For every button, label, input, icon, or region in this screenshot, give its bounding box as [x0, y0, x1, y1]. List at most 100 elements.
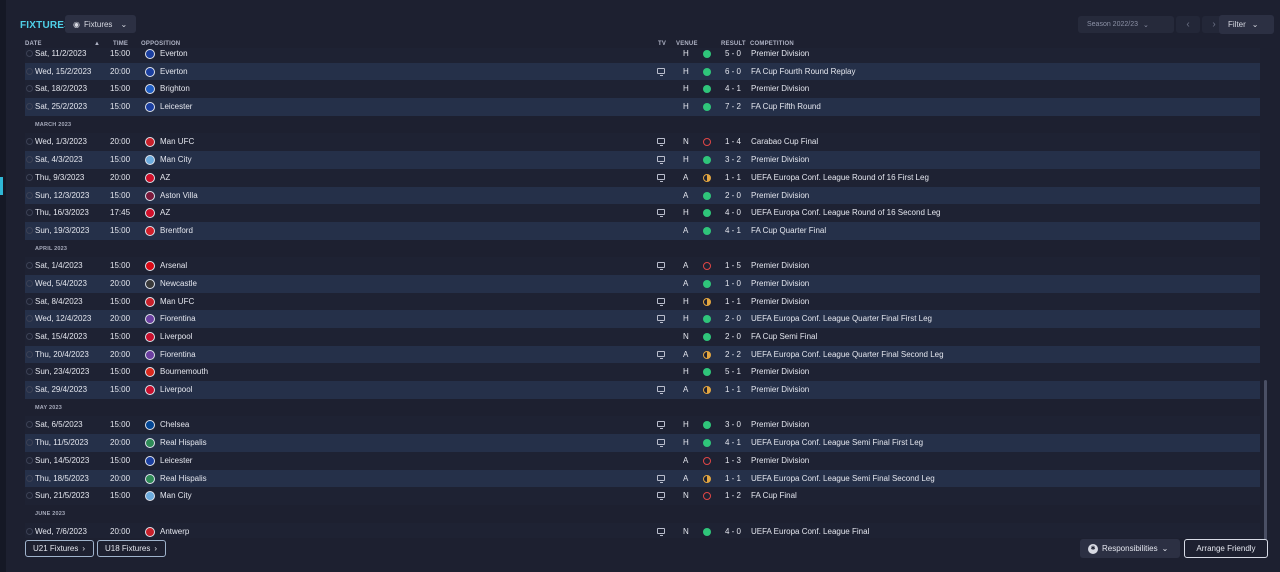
responsibilities-button[interactable]: ✱ Responsibilities ⌄: [1080, 539, 1180, 558]
table-row[interactable]: Thu, 11/5/2023 20:00 Real Hispalis H 4 - 1 UE…: [25, 434, 1260, 452]
opponent-name[interactable]: Fiorentina: [160, 350, 196, 359]
fixture-result[interactable]: 1 - 1: [725, 297, 741, 306]
fixture-competition[interactable]: Carabao Cup Final: [751, 137, 818, 146]
arrange-friendly-button[interactable]: Arrange Friendly: [1184, 539, 1268, 558]
fixture-competition[interactable]: Premier Division: [751, 155, 809, 164]
table-row[interactable]: Thu, 18/5/2023 20:00 Real Hispalis A 1 - 1 UE…: [25, 469, 1260, 488]
fixture-result[interactable]: 1 - 3: [725, 456, 741, 465]
fixture-result[interactable]: 1 - 2: [725, 491, 741, 500]
table-row[interactable]: Sun, 12/3/2023 15:00 Aston Villa A 2 - 0 Prem…: [25, 186, 1260, 205]
table-row[interactable]: Sat, 29/4/2023 15:00 Liverpool A 1 - 1 Premie…: [25, 381, 1260, 399]
fixture-result[interactable]: 2 - 0: [725, 191, 741, 200]
fixture-competition[interactable]: FA Cup Fifth Round: [751, 102, 821, 111]
table-row[interactable]: Sat, 11/2/2023 15:00 Everton H 5 - 0 Premier …: [25, 48, 1260, 63]
opponent-name[interactable]: Leicester: [160, 102, 192, 111]
opponent-name[interactable]: Man UFC: [160, 297, 194, 306]
u18-fixtures-button[interactable]: U18 Fixtures ›: [97, 540, 166, 557]
table-row[interactable]: Wed, 12/4/2023 20:00 Fiorentina H 2 - 0 UEFA …: [25, 310, 1260, 328]
fixture-competition[interactable]: Premier Division: [751, 261, 809, 270]
column-header-opposition[interactable]: OPPOSITION: [141, 41, 180, 47]
column-header-venue[interactable]: VENUE: [676, 41, 698, 47]
fixture-result[interactable]: 1 - 4: [725, 137, 741, 146]
fixture-competition[interactable]: Premier Division: [751, 279, 809, 288]
column-header-competition[interactable]: COMPETITION: [750, 41, 794, 47]
table-row[interactable]: Sat, 6/5/2023 15:00 Chelsea H 3 - 0 Premier D…: [25, 416, 1260, 435]
opponent-name[interactable]: Leicester: [160, 456, 192, 465]
view-selector-button[interactable]: ◉ Fixtures ⌄: [65, 15, 136, 33]
opponent-name[interactable]: Man City: [160, 491, 192, 500]
table-row[interactable]: Wed, 7/6/2023 20:00 Antwerp N 4 - 0 UEFA Euro…: [25, 522, 1260, 538]
fixture-result[interactable]: 7 - 2: [725, 102, 741, 111]
u21-fixtures-button[interactable]: U21 Fixtures ›: [25, 540, 94, 557]
opponent-name[interactable]: Arsenal: [160, 261, 187, 270]
fixture-competition[interactable]: FA Cup Final: [751, 491, 797, 500]
fixture-competition[interactable]: UEFA Europa Conf. League Round of 16 Fir…: [751, 173, 929, 182]
fixture-result[interactable]: 3 - 2: [725, 155, 741, 164]
fixture-result[interactable]: 5 - 1: [725, 367, 741, 376]
table-row[interactable]: Thu, 16/3/2023 17:45 AZ H 4 - 0 UEFA Europa C…: [25, 204, 1260, 222]
opponent-name[interactable]: Bournemouth: [160, 367, 208, 376]
scrollbar[interactable]: [1264, 380, 1267, 540]
opponent-name[interactable]: AZ: [160, 208, 170, 217]
opponent-name[interactable]: Brighton: [160, 84, 190, 93]
fixture-competition[interactable]: Premier Division: [751, 84, 809, 93]
fixture-result[interactable]: 3 - 0: [725, 420, 741, 429]
opponent-name[interactable]: Real Hispalis: [160, 438, 207, 447]
opponent-name[interactable]: Liverpool: [160, 332, 192, 341]
table-row[interactable]: Sun, 19/3/2023 15:00 Brentford A 4 - 1 FA Cup…: [25, 221, 1260, 240]
fixture-result[interactable]: 4 - 1: [725, 438, 741, 447]
opponent-name[interactable]: Brentford: [160, 226, 193, 235]
fixture-result[interactable]: 4 - 0: [725, 527, 741, 536]
fixture-result[interactable]: 1 - 1: [725, 385, 741, 394]
fixture-competition[interactable]: UEFA Europa Conf. League Quarter Final S…: [751, 350, 944, 359]
opponent-name[interactable]: Antwerp: [160, 527, 189, 536]
column-header-tv[interactable]: TV: [658, 41, 666, 47]
opponent-name[interactable]: AZ: [160, 173, 170, 182]
table-row[interactable]: Thu, 20/4/2023 20:00 Fiorentina A 2 - 2 UEFA …: [25, 345, 1260, 364]
column-header-time[interactable]: TIME: [113, 41, 128, 47]
fixture-competition[interactable]: UEFA Europa Conf. League Final: [751, 527, 869, 536]
opponent-name[interactable]: Man UFC: [160, 137, 194, 146]
table-row[interactable]: Wed, 5/4/2023 20:00 Newcastle A 1 - 0 Premier…: [25, 274, 1260, 293]
fixture-result[interactable]: 4 - 0: [725, 208, 741, 217]
fixture-result[interactable]: 1 - 5: [725, 261, 741, 270]
table-row[interactable]: Thu, 9/3/2023 20:00 AZ A 1 - 1 UEFA Europa Co…: [25, 168, 1260, 187]
table-row[interactable]: Sat, 8/4/2023 15:00 Man UFC H 1 - 1 Premier D…: [25, 292, 1260, 311]
fixture-competition[interactable]: FA Cup Fourth Round Replay: [751, 67, 856, 76]
opponent-name[interactable]: Newcastle: [160, 279, 197, 288]
fixture-competition[interactable]: Premier Division: [751, 385, 809, 394]
table-row[interactable]: Sat, 1/4/2023 15:00 Arsenal A 1 - 5 Premier D…: [25, 257, 1260, 275]
column-header-date[interactable]: DATE: [25, 41, 42, 47]
table-row[interactable]: Sat, 4/3/2023 15:00 Man City H 3 - 2 Premier …: [25, 151, 1260, 169]
table-row[interactable]: Sun, 21/5/2023 15:00 Man City N 1 - 2 FA Cup …: [25, 487, 1260, 505]
opponent-name[interactable]: Fiorentina: [160, 314, 196, 323]
opponent-name[interactable]: Chelsea: [160, 420, 189, 429]
fixture-competition[interactable]: UEFA Europa Conf. League Semi Final Seco…: [751, 474, 935, 483]
fixture-competition[interactable]: Premier Division: [751, 367, 809, 376]
fixture-competition[interactable]: Premier Division: [751, 420, 809, 429]
fixture-result[interactable]: 5 - 0: [725, 49, 741, 58]
fixture-result[interactable]: 1 - 1: [725, 173, 741, 182]
fixture-result[interactable]: 4 - 1: [725, 84, 741, 93]
table-row[interactable]: Wed, 1/3/2023 20:00 Man UFC N 1 - 4 Carabao C…: [25, 133, 1260, 152]
fixture-competition[interactable]: FA Cup Quarter Final: [751, 226, 826, 235]
fixture-competition[interactable]: UEFA Europa Conf. League Round of 16 Sec…: [751, 208, 940, 217]
table-row[interactable]: Sat, 25/2/2023 15:00 Leicester H 7 - 2 FA Cup…: [25, 98, 1260, 116]
fixture-competition[interactable]: FA Cup Semi Final: [751, 332, 817, 341]
table-row[interactable]: Sun, 23/4/2023 15:00 Bournemouth H 5 - 1 Prem…: [25, 363, 1260, 382]
opponent-name[interactable]: Everton: [160, 49, 188, 58]
fixture-result[interactable]: 2 - 2: [725, 350, 741, 359]
fixture-result[interactable]: 1 - 1: [725, 474, 741, 483]
opponent-name[interactable]: Man City: [160, 155, 192, 164]
opponent-name[interactable]: Real Hispalis: [160, 474, 207, 483]
table-row[interactable]: Sun, 14/5/2023 15:00 Leicester A 1 - 3 Premie…: [25, 451, 1260, 470]
fixture-competition[interactable]: Premier Division: [751, 191, 809, 200]
fixture-result[interactable]: 2 - 0: [725, 314, 741, 323]
table-row[interactable]: Wed, 15/2/2023 20:00 Everton H 6 - 0 FA Cup F…: [25, 62, 1260, 81]
fixture-result[interactable]: 1 - 0: [725, 279, 741, 288]
previous-season-button[interactable]: ‹: [1176, 16, 1200, 33]
table-row[interactable]: Sat, 15/4/2023 15:00 Liverpool N 2 - 0 FA Cup…: [25, 328, 1260, 346]
fixture-competition[interactable]: UEFA Europa Conf. League Quarter Final F…: [751, 314, 932, 323]
fixture-result[interactable]: 2 - 0: [725, 332, 741, 341]
season-selector[interactable]: Season 2022/23 ⌄: [1078, 16, 1174, 33]
